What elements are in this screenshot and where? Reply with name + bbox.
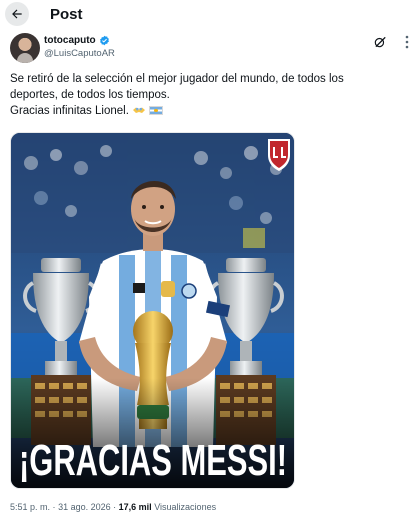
tweet-photo[interactable]: ¡GRACIAS MESSI! bbox=[10, 132, 295, 489]
tweet-line-3-text: Gracias infinitas Lionel. bbox=[10, 105, 129, 117]
verified-badge-icon bbox=[99, 35, 109, 46]
meta-separator: · bbox=[52, 502, 56, 512]
back-button[interactable] bbox=[5, 2, 29, 26]
messi-photo-illustration: ¡GRACIAS MESSI! bbox=[11, 133, 294, 488]
tweet-text: Se retiró de la selección el mejor jugad… bbox=[10, 71, 410, 119]
post-header: Post bbox=[0, 0, 420, 30]
post-time[interactable]: 5:51 p. m. bbox=[10, 502, 50, 512]
meta-separator-2: · bbox=[113, 502, 117, 512]
argentina-flag-emoji bbox=[148, 106, 163, 115]
tweet-line-2: deportes, de todos los tiempos. bbox=[10, 89, 170, 101]
tweet-meta: 5:51 p. m. · 31 ago. 2026 · 17,6 mil Vis… bbox=[10, 502, 410, 512]
author-display-name[interactable]: totocaputo bbox=[44, 35, 96, 46]
page-title: Post bbox=[50, 6, 83, 23]
handshake-hearts-emoji bbox=[132, 107, 145, 113]
author-row: totocaputo @LuisCaputoAR bbox=[10, 33, 410, 65]
avatar[interactable] bbox=[10, 33, 40, 63]
views-count: 17,6 mil bbox=[118, 502, 152, 512]
more-vertical-icon[interactable] bbox=[401, 34, 413, 50]
author-name-row[interactable]: totocaputo bbox=[44, 35, 110, 46]
author-handle[interactable]: @LuisCaputoAR bbox=[44, 48, 115, 59]
post-date[interactable]: 31 ago. 2026 bbox=[58, 502, 111, 512]
tweet-line-1: Se retiró de la selección el mejor jugad… bbox=[10, 73, 344, 85]
views-label: Visualizaciones bbox=[154, 502, 217, 512]
tweet-line-3: Gracias infinitas Lionel. bbox=[10, 103, 410, 119]
photo-caption: ¡GRACIAS MESSI! bbox=[19, 436, 287, 485]
grok-icon[interactable] bbox=[373, 35, 387, 49]
arrow-left-icon bbox=[12, 9, 22, 19]
